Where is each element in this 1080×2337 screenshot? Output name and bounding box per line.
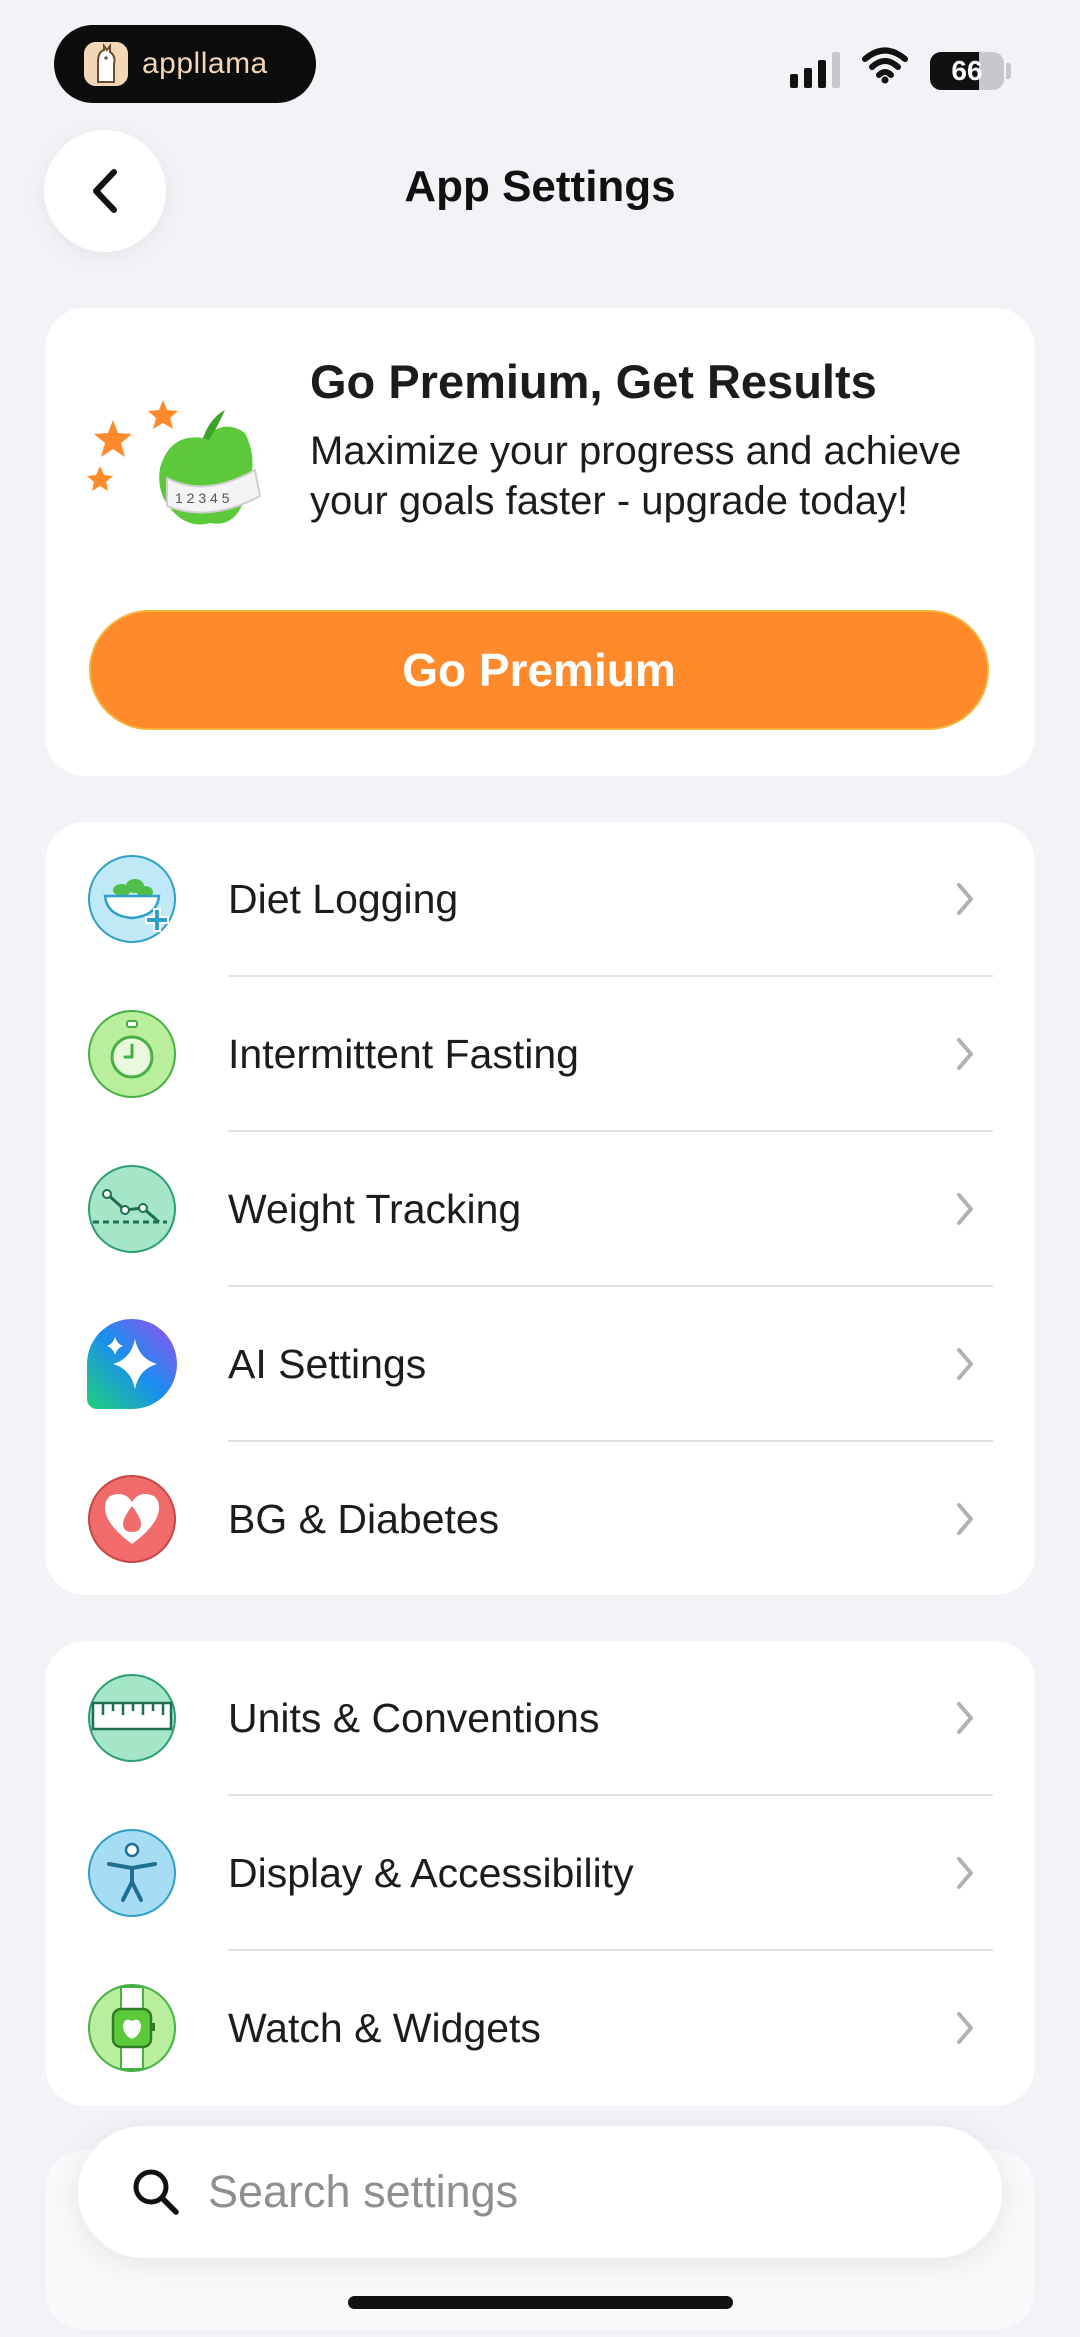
settings-row-ai-settings[interactable]: AI Settings	[45, 1287, 1035, 1442]
page-title: App Settings	[404, 162, 676, 211]
search-bar[interactable]: Search settings	[78, 2126, 1002, 2258]
settings-row-bg-diabetes[interactable]: BG & Diabetes	[45, 1442, 1035, 1595]
battery-percent: 66	[951, 55, 983, 86]
settings-row-label: Intermittent Fasting	[228, 1031, 579, 1077]
settings-row-label: BG & Diabetes	[228, 1496, 500, 1542]
weight-chart-icon	[87, 1164, 177, 1254]
chevron-right-icon	[957, 1702, 973, 1734]
salad-bowl-icon	[87, 854, 177, 944]
stopwatch-icon	[87, 1009, 177, 1099]
premium-description: Maximize your progress and achieve your …	[310, 429, 962, 523]
settings-row-label: Watch & Widgets	[228, 2005, 541, 2051]
wifi-icon	[862, 47, 908, 84]
settings-row-label: Units & Conventions	[228, 1695, 600, 1741]
settings-row-units-conventions[interactable]: Units & Conventions	[45, 1641, 1035, 1796]
accessibility-icon	[87, 1828, 177, 1918]
settings-row-diet-logging[interactable]: Diet Logging	[45, 822, 1035, 977]
premium-apple-tape-icon: 1 2 3 4 5	[87, 400, 262, 525]
settings-row-weight-tracking[interactable]: Weight Tracking	[45, 1132, 1035, 1287]
settings-group-tracking: Diet Logging Intermittent Fasting Weight…	[45, 822, 1035, 1595]
ruler-icon	[87, 1673, 177, 1763]
settings-row-display-accessibility[interactable]: Display & Accessibility	[45, 1796, 1035, 1951]
go-premium-button[interactable]: Go Premium	[89, 610, 989, 730]
heart-drop-icon	[87, 1474, 177, 1564]
chevron-right-icon	[957, 1503, 973, 1535]
search-input[interactable]: Search settings	[208, 2166, 518, 2218]
sparkle-icon	[87, 1319, 177, 1409]
battery-cap	[1006, 63, 1011, 79]
settings-group-general: Units & Conventions Display & Accessibil…	[45, 1641, 1035, 2106]
chevron-right-icon	[957, 1193, 973, 1225]
watch-icon	[87, 1983, 177, 2073]
home-indicator[interactable]	[348, 2296, 733, 2309]
settings-row-label: AI Settings	[228, 1341, 427, 1387]
settings-row-label: Diet Logging	[228, 876, 459, 922]
battery-icon: 66	[930, 52, 1004, 90]
llama-logo-icon	[84, 42, 128, 86]
status-bar: appllama 66	[0, 0, 1080, 120]
chevron-right-icon	[957, 1857, 973, 1889]
chevron-right-icon	[957, 2012, 973, 2044]
settings-row-watch-widgets[interactable]: Watch & Widgets	[45, 1951, 1035, 2106]
search-icon	[133, 2169, 179, 2215]
chevron-right-icon	[957, 1038, 973, 1070]
svg-text:1 2 3 4 5: 1 2 3 4 5	[175, 490, 230, 506]
premium-title: Go Premium, Get Results	[310, 355, 877, 408]
premium-card: 1 2 3 4 5 Go Premium, Get Results Maximi…	[45, 308, 1035, 776]
settings-row-label: Weight Tracking	[228, 1186, 522, 1232]
settings-row-label: Display & Accessibility	[228, 1850, 634, 1896]
chevron-right-icon	[957, 883, 973, 915]
cellular-signal-icon	[790, 52, 840, 88]
brand-name: appllama	[142, 47, 268, 80]
brand-pill[interactable]: appllama	[54, 25, 316, 103]
chevron-right-icon	[957, 1348, 973, 1380]
settings-row-intermittent-fasting[interactable]: Intermittent Fasting	[45, 977, 1035, 1132]
